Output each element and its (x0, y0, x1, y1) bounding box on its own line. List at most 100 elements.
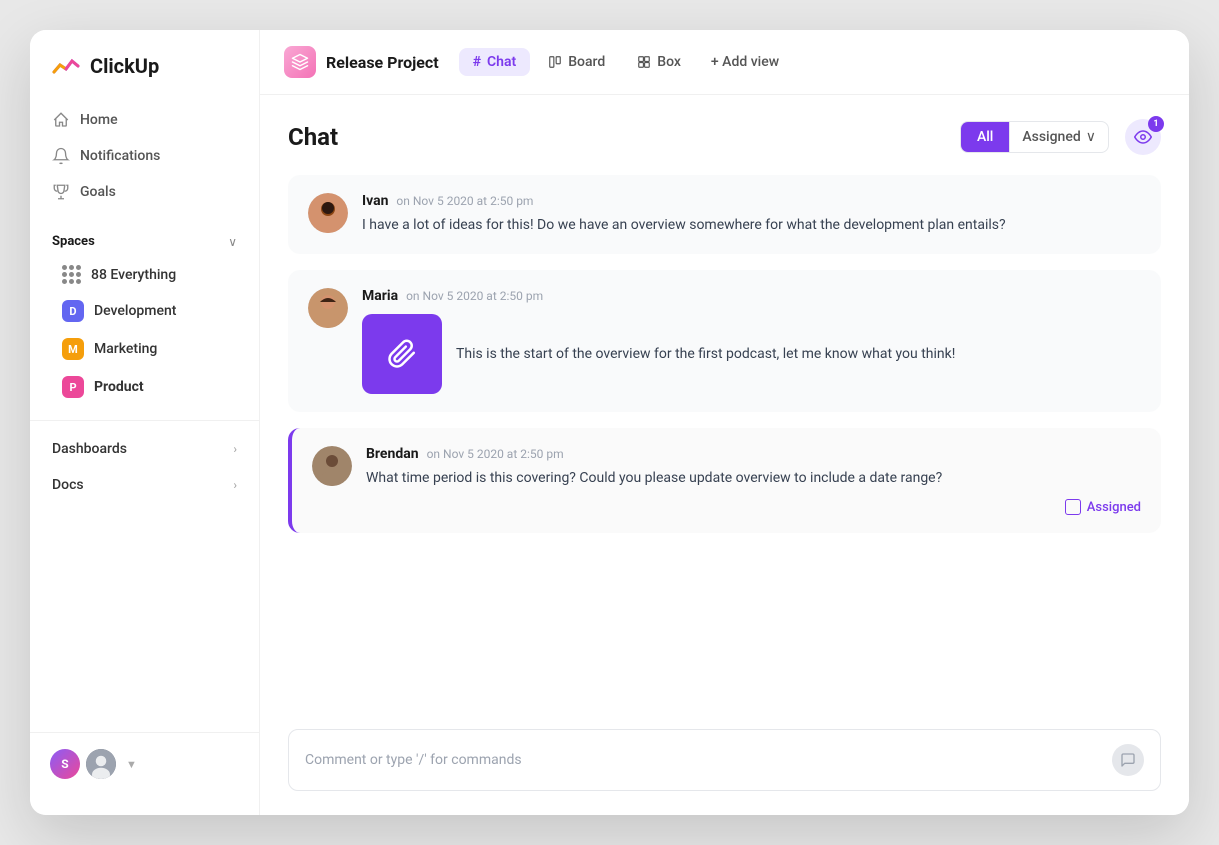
msg1-text: I have a lot of ideas for this! Do we ha… (362, 215, 1141, 236)
watcher-button[interactable]: 1 (1125, 119, 1161, 155)
sidebar-item-home[interactable]: Home (40, 102, 249, 138)
msg2-attachment-text: This is the start of the overview for th… (456, 344, 955, 365)
msg1-author: Ivan (362, 193, 388, 209)
avatar-b (86, 749, 116, 779)
trophy-icon (52, 183, 70, 201)
user2-avatar-icon (86, 749, 116, 779)
project-title: Release Project (326, 53, 439, 72)
topbar: Release Project # Chat Board Box + (260, 30, 1189, 95)
tab-chat[interactable]: # Chat (459, 48, 531, 76)
msg1-header: Ivan on Nov 5 2020 at 2:50 pm (362, 193, 1141, 209)
comment-placeholder: Comment or type '/' for commands (305, 752, 522, 768)
dashboards-label: Dashboards (52, 441, 127, 457)
filter-assigned-button[interactable]: Assigned ∨ (1009, 122, 1108, 152)
sidebar-item-home-label: Home (80, 112, 118, 128)
docs-chevron-icon: › (233, 478, 237, 492)
dashboards-chevron-icon: › (233, 442, 237, 456)
spaces-chevron-icon: ∨ (228, 235, 237, 249)
msg2-attachment: This is the start of the overview for th… (362, 314, 1141, 394)
docs-label: Docs (52, 477, 84, 493)
avatar-s: S (50, 749, 80, 779)
app-container: ClickUp Home Notifications Goals (30, 30, 1189, 815)
sidebar-item-notifications-label: Notifications (80, 148, 160, 164)
sidebar-footer[interactable]: S ▼ (30, 732, 259, 795)
sidebar-item-development-label: Development (94, 303, 176, 319)
message-card: Brendan on Nov 5 2020 at 2:50 pm What ti… (288, 428, 1161, 533)
comment-input-area[interactable]: Comment or type '/' for commands (288, 729, 1161, 791)
eye-icon (1134, 128, 1152, 146)
msg3-text: What time period is this covering? Could… (366, 468, 1141, 489)
brendan-avatar-image (312, 446, 352, 486)
assigned-checkbox[interactable] (1065, 499, 1081, 515)
chat-title: Chat (288, 123, 960, 151)
everything-grid-icon (62, 265, 81, 284)
sidebar-item-notifications[interactable]: Notifications (40, 138, 249, 174)
spaces-label: Spaces (52, 234, 95, 249)
msg2-author: Maria (362, 288, 398, 304)
avatar-brendan (312, 446, 352, 486)
msg1-content: Ivan on Nov 5 2020 at 2:50 pm I have a l… (362, 193, 1141, 236)
clickup-logo-icon (50, 50, 82, 82)
maria-avatar-image (308, 288, 348, 328)
tab-box[interactable]: Box (623, 48, 695, 76)
main-content: Release Project # Chat Board Box + (260, 30, 1189, 815)
paperclip-icon (387, 339, 417, 369)
add-view-label: + Add view (711, 54, 779, 70)
assigned-label: Assigned (1087, 500, 1141, 515)
bell-icon (52, 147, 70, 165)
add-view-button[interactable]: + Add view (699, 48, 791, 76)
msg3-author: Brendan (366, 446, 419, 462)
assigned-badge: Assigned (366, 499, 1141, 515)
sidebar-item-product-label: Product (94, 379, 144, 395)
sidebar-item-dashboards[interactable]: Dashboards › (30, 431, 259, 467)
chat-tab-hash: # (473, 54, 481, 70)
spaces-header[interactable]: Spaces ∨ (30, 220, 259, 257)
filter-assigned-label: Assigned (1022, 129, 1080, 145)
sidebar-item-everything[interactable]: 88 Everything (40, 257, 249, 292)
sidebar-sections: Dashboards › Docs › (30, 420, 259, 503)
product-badge: P (62, 376, 84, 398)
chat-header: Chat All Assigned ∨ 1 (288, 119, 1161, 155)
msg3-content: Brendan on Nov 5 2020 at 2:50 pm What ti… (366, 446, 1141, 515)
sidebar-item-docs[interactable]: Docs › (30, 467, 259, 503)
board-tab-label: Board (568, 54, 605, 70)
box-3d-icon (291, 53, 309, 71)
filter-group: All Assigned ∨ (960, 121, 1109, 153)
ivan-avatar-image (308, 193, 348, 233)
msg2-time: on Nov 5 2020 at 2:50 pm (406, 289, 543, 303)
filter-all-button[interactable]: All (961, 122, 1009, 152)
sidebar-item-everything-label: 88 Everything (91, 267, 176, 283)
msg3-time: on Nov 5 2020 at 2:50 pm (427, 447, 564, 461)
filter-chevron-icon: ∨ (1086, 129, 1096, 145)
send-button[interactable] (1112, 744, 1144, 776)
box-icon (637, 55, 651, 69)
sidebar-item-marketing[interactable]: M Marketing (40, 330, 249, 368)
sidebar-item-marketing-label: Marketing (94, 341, 157, 357)
sidebar-item-development[interactable]: D Development (40, 292, 249, 330)
msg2-content: Maria on Nov 5 2020 at 2:50 pm This is t… (362, 288, 1141, 394)
message-card: Ivan on Nov 5 2020 at 2:50 pm I have a l… (288, 175, 1161, 254)
msg1-time: on Nov 5 2020 at 2:50 pm (396, 194, 533, 208)
avatar-maria (308, 288, 348, 328)
home-icon (52, 111, 70, 129)
development-badge: D (62, 300, 84, 322)
avatar-ivan (308, 193, 348, 233)
sidebar-item-goals-label: Goals (80, 184, 116, 200)
chat-tab-label: Chat (487, 54, 516, 70)
marketing-badge: M (62, 338, 84, 360)
messages-list: Ivan on Nov 5 2020 at 2:50 pm I have a l… (288, 175, 1161, 713)
sidebar-item-product[interactable]: P Product (40, 368, 249, 406)
chat-area: Chat All Assigned ∨ 1 (260, 95, 1189, 815)
message-card: Maria on Nov 5 2020 at 2:50 pm This is t… (288, 270, 1161, 412)
attachment-thumbnail[interactable] (362, 314, 442, 394)
footer-chevron-icon: ▼ (126, 758, 137, 771)
box-tab-label: Box (657, 54, 681, 70)
watcher-badge: 1 (1148, 116, 1164, 132)
tab-board[interactable]: Board (534, 48, 619, 76)
app-name: ClickUp (90, 54, 159, 78)
sidebar-item-goals[interactable]: Goals (40, 174, 249, 210)
board-icon (548, 55, 562, 69)
msg2-header: Maria on Nov 5 2020 at 2:50 pm (362, 288, 1141, 304)
project-icon (284, 46, 316, 78)
logo[interactable]: ClickUp (30, 50, 259, 102)
